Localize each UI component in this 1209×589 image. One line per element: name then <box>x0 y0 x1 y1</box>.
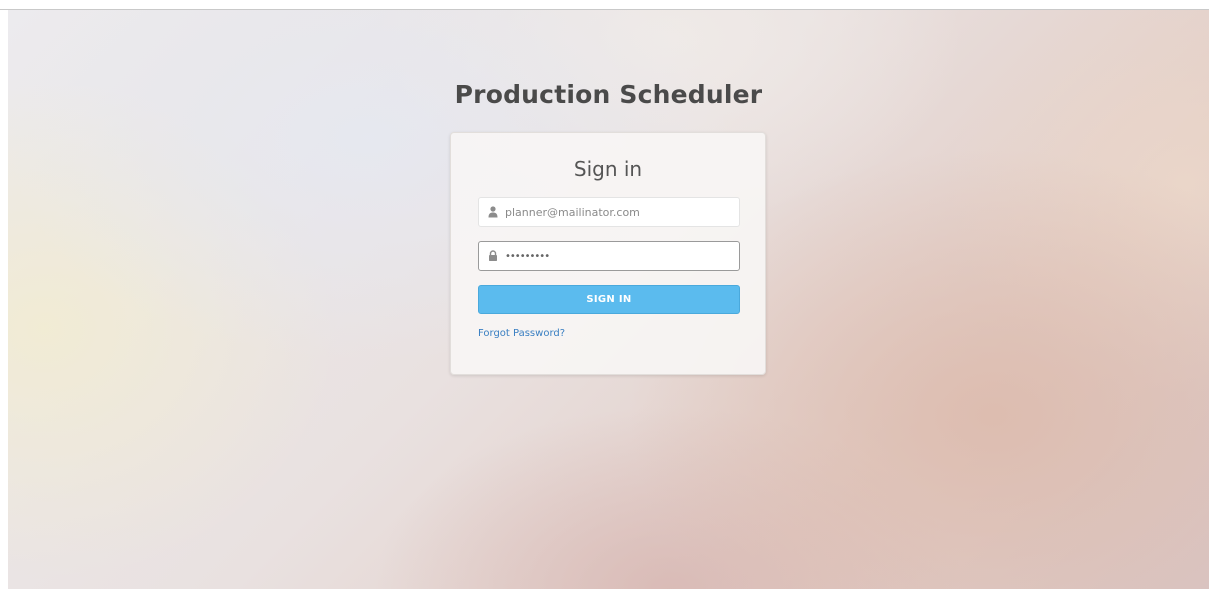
app-title: Production Scheduler <box>454 80 763 109</box>
email-field[interactable] <box>478 197 740 227</box>
login-page-background: Production Scheduler Sign in SIGN IN For… <box>8 10 1209 589</box>
password-input[interactable] <box>505 242 733 270</box>
signin-heading: Sign in <box>573 157 643 181</box>
login-card: Sign in SIGN IN Forgot Password? <box>450 132 766 375</box>
user-icon <box>488 206 498 218</box>
email-input[interactable] <box>505 198 733 226</box>
forgot-password-link[interactable]: Forgot Password? <box>478 328 565 339</box>
lock-icon <box>489 250 497 261</box>
password-field[interactable] <box>478 241 740 271</box>
signin-button[interactable]: SIGN IN <box>478 285 740 314</box>
